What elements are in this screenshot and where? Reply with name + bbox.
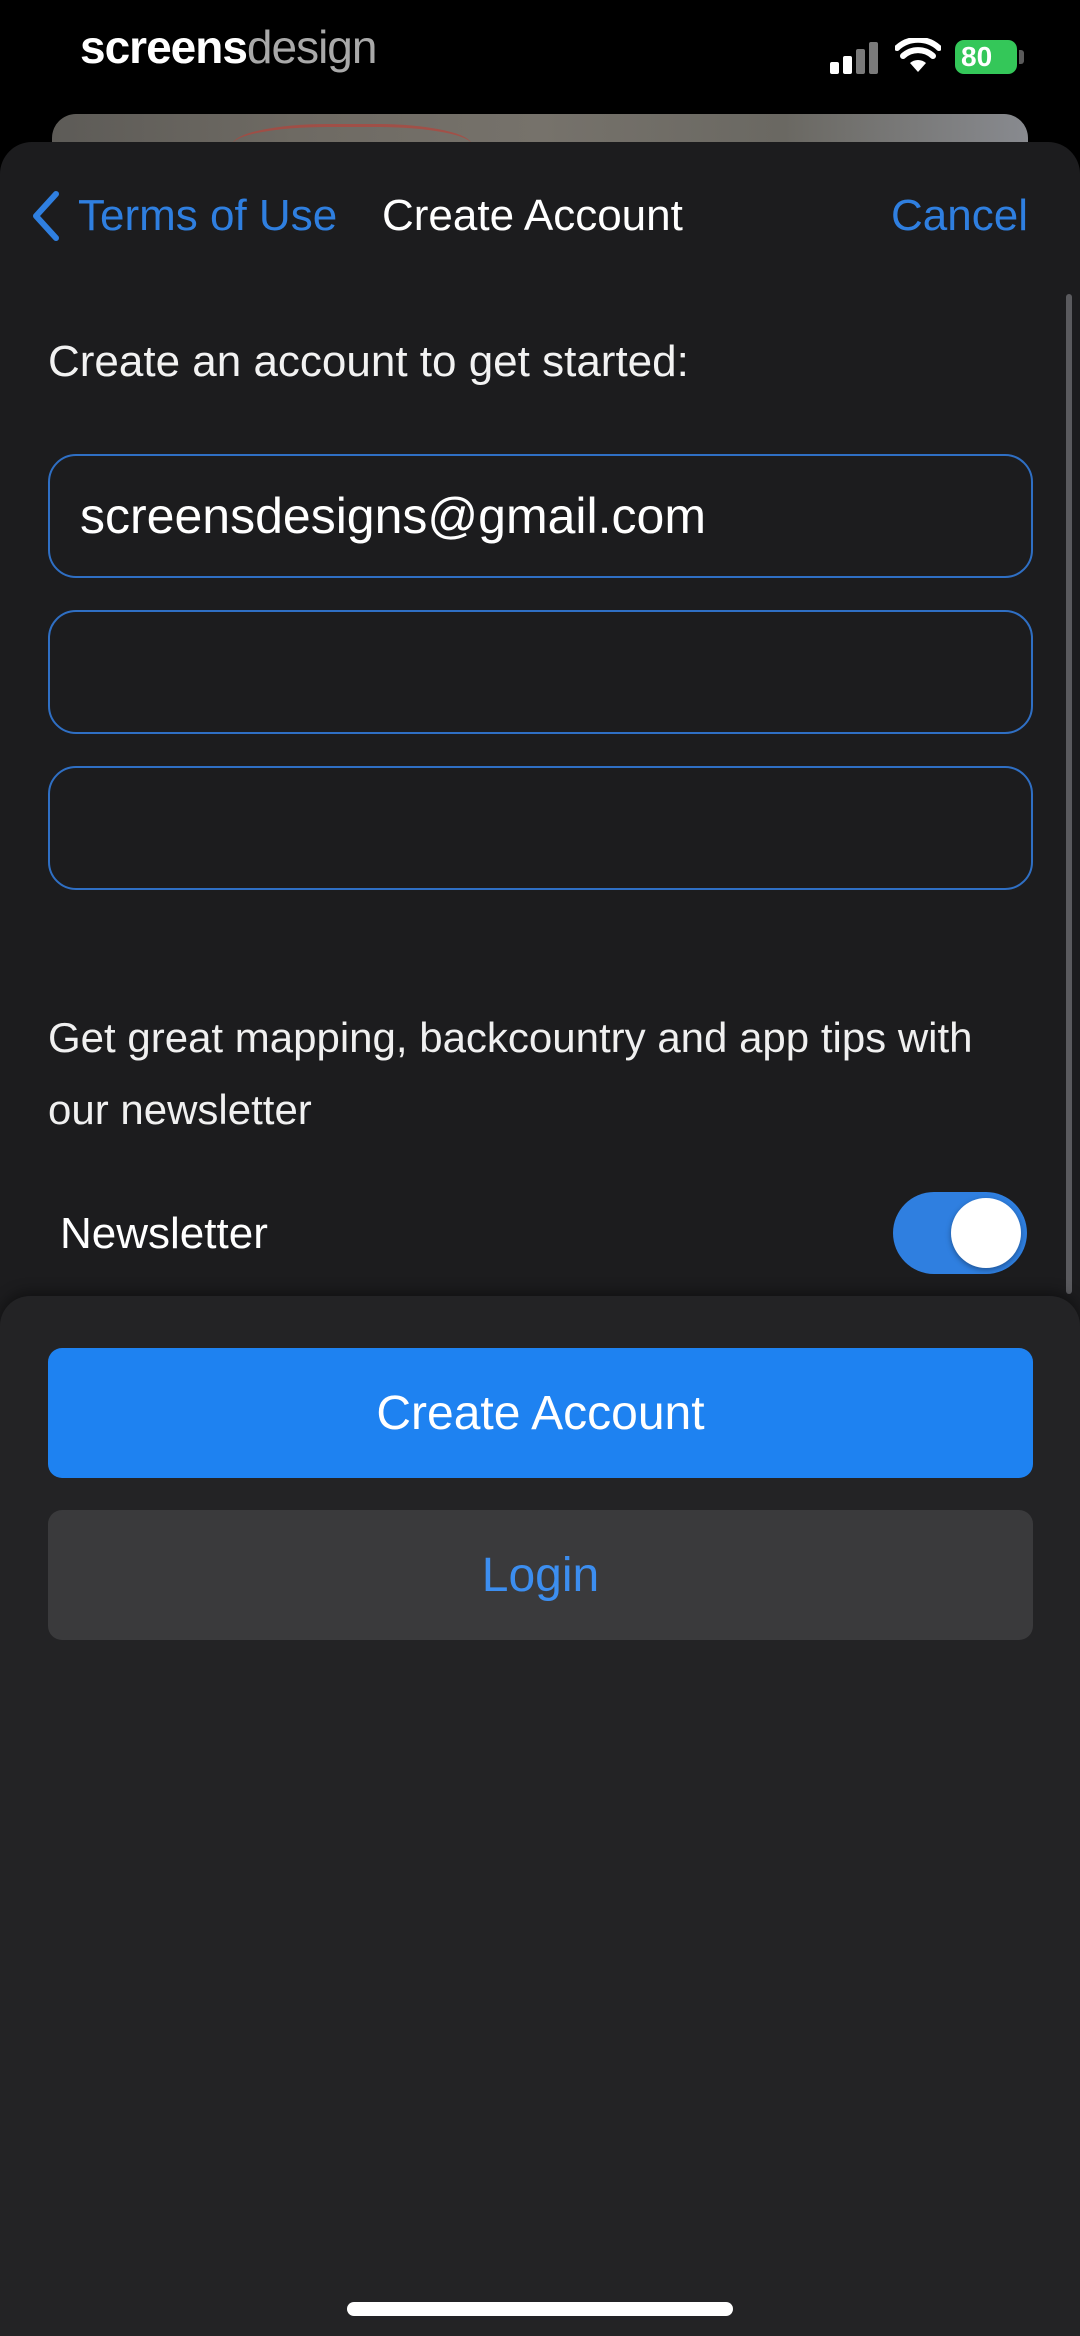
confirm-password-field[interactable] xyxy=(48,766,1033,890)
status-bar: screensdesign 80 xyxy=(0,0,1080,110)
login-button[interactable]: Login xyxy=(48,1510,1033,1640)
password-field[interactable] xyxy=(48,610,1033,734)
email-field[interactable] xyxy=(48,454,1033,578)
newsletter-description: Get great mapping, backcountry and app t… xyxy=(48,1014,973,1133)
create-account-button[interactable]: Create Account xyxy=(48,1348,1033,1478)
battery-tip xyxy=(1019,50,1024,64)
action-panel: Create Account Login xyxy=(0,1296,1080,2336)
back-button[interactable]: Terms of Use xyxy=(30,186,337,246)
newsletter-toggle[interactable] xyxy=(893,1192,1027,1274)
cancel-button[interactable]: Cancel xyxy=(891,186,1028,246)
screen: screensdesign 80 Terms of Use Create Acc… xyxy=(0,0,1080,2336)
signal-icon xyxy=(830,42,880,74)
battery-level: 80 xyxy=(961,41,993,72)
brand-part2: design xyxy=(246,21,378,73)
brand-logo: screensdesign xyxy=(80,20,378,74)
wifi-icon xyxy=(895,38,941,72)
navigation-bar: Terms of Use Create Account Cancel xyxy=(0,142,1080,282)
home-indicator xyxy=(347,2302,733,2316)
scrollbar[interactable] xyxy=(1066,294,1072,1294)
form-intro: Create an account to get started: xyxy=(48,337,689,386)
newsletter-label: Newsletter xyxy=(60,1209,268,1258)
page-title: Create Account xyxy=(382,191,683,240)
chevron-left-icon xyxy=(33,191,59,241)
toggle-knob xyxy=(951,1198,1021,1268)
newsletter-row: Newsletter xyxy=(60,1192,1030,1276)
battery-icon: 80 xyxy=(955,40,1017,74)
back-label: Terms of Use xyxy=(78,191,338,240)
brand-part1: screens xyxy=(80,21,248,73)
